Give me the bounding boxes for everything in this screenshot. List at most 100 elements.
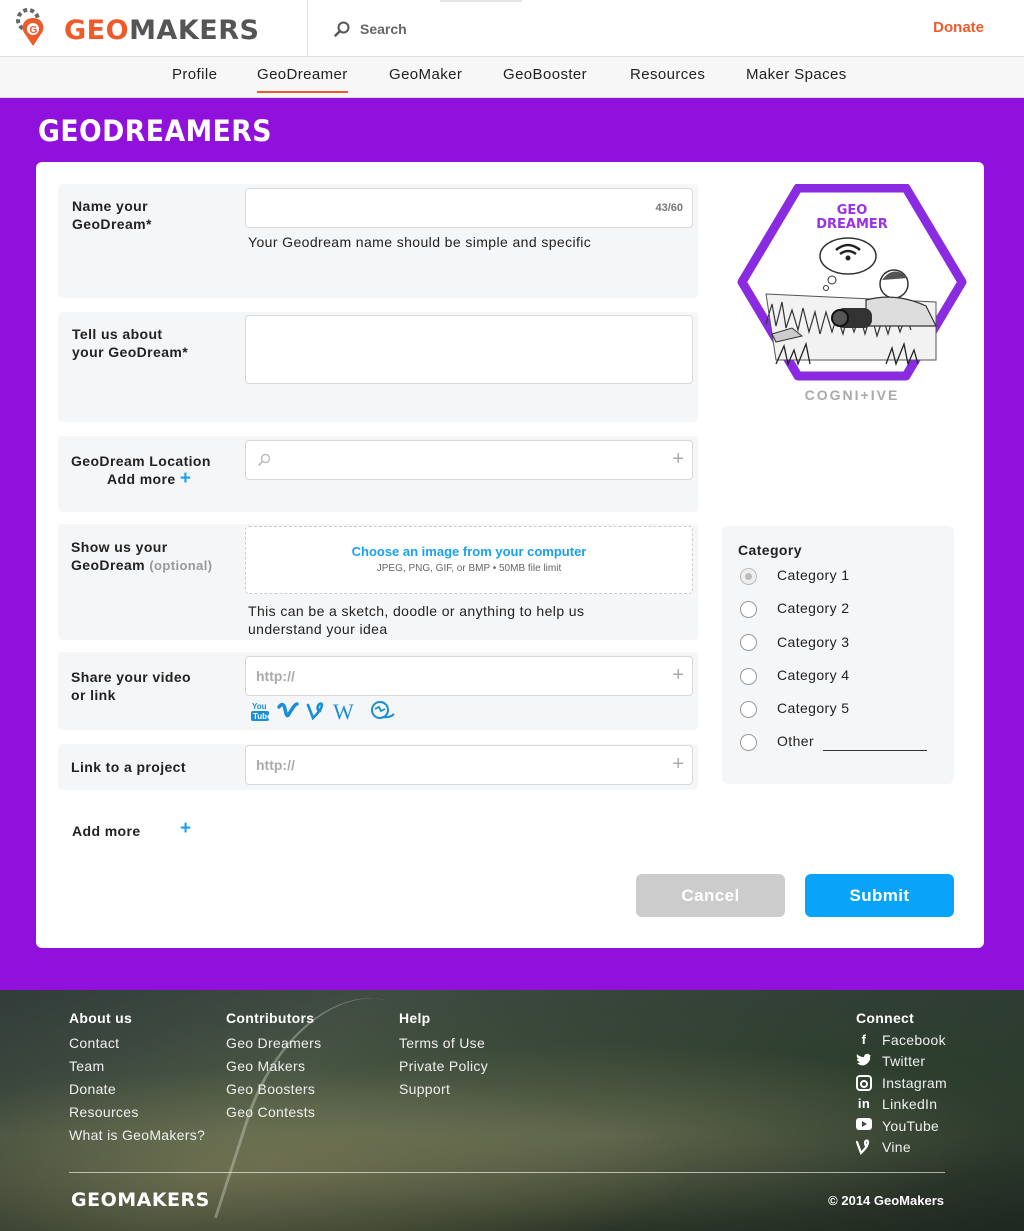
wikipedia-icon[interactable]: W xyxy=(333,700,361,722)
footer-link-what-is[interactable]: What is GeoMakers? xyxy=(69,1124,205,1147)
nav-resources[interactable]: Resources xyxy=(630,66,705,83)
nav-maker-spaces[interactable]: Maker Spaces xyxy=(746,66,847,83)
footer-link-geo-contests[interactable]: Geo Contests xyxy=(226,1101,321,1124)
category-other-input[interactable] xyxy=(823,750,927,751)
donate-link[interactable]: Donate xyxy=(933,19,984,36)
header-active-strip xyxy=(440,0,522,2)
category-3-label[interactable]: Category 3 xyxy=(777,634,849,650)
location-add-more-text: Add more xyxy=(107,471,176,487)
badge-caption: COGNI+IVE xyxy=(805,387,900,403)
add-more-plus-button[interactable]: + xyxy=(180,818,191,840)
search-icon xyxy=(334,21,350,37)
video-link-input[interactable]: http:// + xyxy=(245,656,693,696)
about-row: Tell us about your GeoDream* xyxy=(58,312,698,422)
footer-connect-heading: Connect xyxy=(856,1010,915,1026)
vine-logo-icon xyxy=(855,1139,872,1156)
video-add-plus-icon[interactable]: + xyxy=(672,665,684,685)
nav-profile[interactable]: Profile xyxy=(172,66,217,83)
image-label-line2: GeoDream xyxy=(71,557,146,573)
image-upload-dropzone[interactable]: Choose an image from your computer JPEG,… xyxy=(245,526,693,594)
name-row: Name your GeoDream* 43/60 Your Geodream … xyxy=(58,184,698,298)
category-1-label[interactable]: Category 1 xyxy=(777,567,849,583)
social-vine[interactable]: Vine xyxy=(855,1137,947,1159)
location-input[interactable]: + xyxy=(245,440,693,480)
footer-link-geo-boosters[interactable]: Geo Boosters xyxy=(226,1078,321,1101)
vimeo-icon[interactable] xyxy=(277,700,299,722)
project-link-input[interactable]: http:// + xyxy=(245,745,693,785)
search-box[interactable]: Search xyxy=(334,18,407,40)
geodreamer-badge-illustration: GEO DREAMER COGNI+IVE xyxy=(737,183,967,403)
copyright-text: © 2014 GeoMakers xyxy=(828,1193,944,1208)
category-other-radio[interactable] xyxy=(740,734,757,751)
badge-title-line1: GEO xyxy=(837,203,868,218)
footer-link-contact[interactable]: Contact xyxy=(69,1032,205,1055)
project-link-placeholder: http:// xyxy=(256,757,295,773)
nav-geomaker[interactable]: GeoMaker xyxy=(389,66,462,83)
video-link-placeholder: http:// xyxy=(256,668,295,684)
nav-geobooster[interactable]: GeoBooster xyxy=(503,66,587,83)
search-label: Search xyxy=(360,21,407,37)
video-label: Share your video or link xyxy=(71,668,191,704)
category-other-label[interactable]: Other xyxy=(777,733,814,749)
badge-title-line2: DREAMER xyxy=(816,217,888,232)
footer-contributors-column: Contributors Geo Dreamers Geo Makers Geo… xyxy=(226,1010,321,1124)
footer-divider xyxy=(69,1172,945,1173)
image-hint-line2: understand your idea xyxy=(248,621,388,637)
youtube-icon[interactable]: YouTube xyxy=(250,700,270,722)
add-more-label: Add more xyxy=(72,823,141,839)
footer-link-privacy[interactable]: Private Policy xyxy=(399,1055,488,1078)
footer-link-donate[interactable]: Donate xyxy=(69,1078,205,1101)
video-label-line2: or link xyxy=(71,687,116,703)
about-textarea[interactable] xyxy=(245,315,693,384)
category-4-label[interactable]: Category 4 xyxy=(777,667,849,683)
project-add-plus-icon[interactable]: + xyxy=(672,754,684,774)
category-3-radio[interactable] xyxy=(740,634,757,651)
location-add-more-plus-icon: + xyxy=(179,468,192,489)
name-input[interactable]: 43/60 xyxy=(245,188,693,228)
social-instagram[interactable]: Instagram xyxy=(856,1072,947,1094)
social-linkedin[interactable]: in LinkedIn xyxy=(856,1094,947,1116)
vine-icon[interactable] xyxy=(306,700,326,722)
logo-makers-text: MAKERS xyxy=(129,15,260,46)
footer-link-support[interactable]: Support xyxy=(399,1078,488,1101)
category-2-label[interactable]: Category 2 xyxy=(777,600,849,616)
social-twitter[interactable]: Twitter xyxy=(856,1051,947,1073)
category-1-radio[interactable] xyxy=(740,568,757,585)
footer-contributors-heading: Contributors xyxy=(226,1010,315,1026)
site-footer: About us Contact Team Donate Resources W… xyxy=(0,990,1024,1231)
category-5-label[interactable]: Category 5 xyxy=(777,700,849,716)
footer-link-terms[interactable]: Terms of Use xyxy=(399,1032,488,1055)
footer-link-resources[interactable]: Resources xyxy=(69,1101,205,1124)
svg-text:You: You xyxy=(252,702,267,711)
svg-text:W: W xyxy=(333,700,354,722)
geomakers-logo[interactable]: G GEOMAKERS xyxy=(14,6,284,50)
category-4-radio[interactable] xyxy=(740,668,757,685)
instagram-icon xyxy=(856,1074,872,1091)
footer-help-column: Help Terms of Use Private Policy Support xyxy=(399,1010,488,1101)
footer-link-geo-makers[interactable]: Geo Makers xyxy=(226,1055,321,1078)
name-label-line1: Name your xyxy=(72,198,148,214)
location-add-plus-icon[interactable]: + xyxy=(672,449,684,469)
project-label: Link to a project xyxy=(71,759,186,775)
social-youtube[interactable]: YouTube xyxy=(856,1115,947,1137)
category-5-radio[interactable] xyxy=(740,701,757,718)
cancel-button[interactable]: Cancel xyxy=(636,874,785,917)
footer-link-team[interactable]: Team xyxy=(69,1055,205,1078)
other-link-icon[interactable] xyxy=(368,700,396,722)
choose-image-link[interactable]: Choose an image from your computer xyxy=(246,544,692,559)
nav-geodreamer[interactable]: GeoDreamer xyxy=(257,66,348,93)
image-hint: This can be a sketch, doodle or anything… xyxy=(248,602,584,638)
submit-button[interactable]: Submit xyxy=(805,874,954,917)
about-label-line2: your GeoDream* xyxy=(72,344,189,360)
social-facebook[interactable]: f Facebook xyxy=(856,1029,947,1051)
social-facebook-label: Facebook xyxy=(882,1031,946,1048)
youtube-play-icon xyxy=(856,1117,872,1134)
footer-logo[interactable]: GEOMAKERS xyxy=(71,1189,210,1211)
geodreamer-badge: GEO DREAMER COGNI+IVE xyxy=(736,183,968,408)
footer-link-geo-dreamers[interactable]: Geo Dreamers xyxy=(226,1032,321,1055)
image-label: Show us your GeoDream (optional) xyxy=(71,538,213,575)
category-panel: Category Category 1 Category 2 Category … xyxy=(722,526,954,784)
footer-about-column: About us Contact Team Donate Resources W… xyxy=(69,1010,205,1147)
category-2-radio[interactable] xyxy=(740,601,757,618)
location-add-more[interactable]: Add more + xyxy=(107,468,192,489)
